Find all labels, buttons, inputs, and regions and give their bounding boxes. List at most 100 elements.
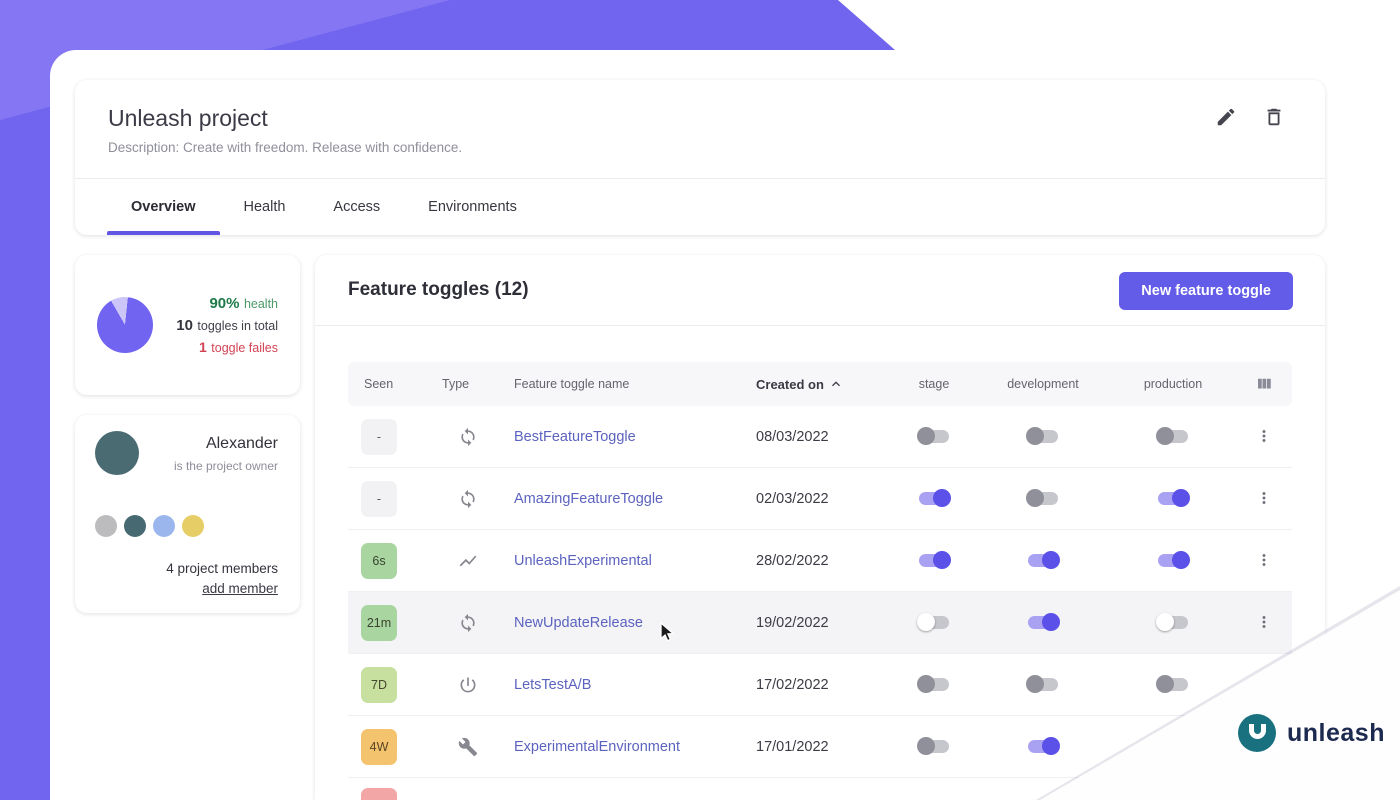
toggle-fails-value: 1 xyxy=(199,339,207,355)
operational-icon xyxy=(458,738,478,755)
seen-badge: - xyxy=(361,419,397,455)
development-toggle-switch[interactable] xyxy=(1028,616,1058,629)
seen-cell xyxy=(348,788,430,800)
trash-icon xyxy=(1263,115,1285,132)
production-toggle-switch[interactable] xyxy=(1158,430,1188,443)
unleash-app: Unleash project Description: Create with… xyxy=(0,0,1400,800)
stage-cell xyxy=(892,490,976,508)
toggle-type-cell xyxy=(430,613,506,633)
toggle-name-link[interactable]: NewUpdateRelease xyxy=(506,615,748,631)
feature-toggle-row[interactable]: 6s UnleashExperimental 28/02/2022 xyxy=(348,530,1292,592)
row-actions-cell xyxy=(1236,548,1292,574)
row-kebab-button[interactable] xyxy=(1252,610,1276,634)
new-feature-toggle-button[interactable]: New feature toggle xyxy=(1119,272,1293,310)
production-cell xyxy=(1110,552,1236,570)
owner-avatar xyxy=(95,431,139,475)
top-right-corner-cut xyxy=(838,0,1400,50)
development-toggle-switch[interactable] xyxy=(1028,740,1058,753)
columns-icon xyxy=(1255,375,1273,392)
toggle-created-date: 02/03/2022 xyxy=(748,491,892,507)
tab-overview[interactable]: Overview xyxy=(107,179,220,235)
column-header-production: production xyxy=(1110,377,1236,391)
feature-toggle-row[interactable]: 21m NewUpdateRelease 19/02/2022 xyxy=(348,592,1292,654)
health-line: 90% health xyxy=(176,293,278,315)
logo-u-glyph xyxy=(1249,724,1266,739)
toggle-name-link[interactable]: UnleashExperimental xyxy=(506,553,748,569)
column-header-created-on[interactable]: Created on xyxy=(748,376,892,392)
toggle-name-link[interactable]: BestFeatureToggle xyxy=(506,429,748,445)
development-toggle-switch[interactable] xyxy=(1028,678,1058,691)
release-icon xyxy=(458,614,478,631)
owner-name: Alexander xyxy=(206,435,278,453)
tab-environments[interactable]: Environments xyxy=(404,179,541,235)
production-toggle-switch[interactable] xyxy=(1158,492,1188,505)
column-header-development: development xyxy=(976,377,1110,391)
project-description: Description: Create with freedom. Releas… xyxy=(108,140,462,155)
toggle-name-link[interactable]: LetsTestA/B xyxy=(506,677,748,693)
table-header-row: Seen Type Feature toggle name Created on… xyxy=(348,362,1292,406)
member-avatar xyxy=(124,515,146,537)
development-toggle-switch[interactable] xyxy=(1028,492,1058,505)
unleash-logo-icon xyxy=(1238,714,1276,752)
health-stats: 90% health 10 toggles in total 1 toggle … xyxy=(176,293,278,359)
stage-toggle-switch[interactable] xyxy=(919,430,949,443)
production-toggle-switch[interactable] xyxy=(1158,554,1188,567)
feature-toggle-row[interactable]: 7D LetsTestA/B 17/02/2022 xyxy=(348,654,1292,716)
row-kebab-button[interactable] xyxy=(1252,424,1276,448)
column-settings-button[interactable] xyxy=(1236,375,1292,393)
development-cell xyxy=(976,428,1110,446)
seen-cell: 6s xyxy=(348,543,430,579)
development-cell xyxy=(976,676,1110,694)
edit-project-button[interactable] xyxy=(1215,106,1241,132)
toggle-name-link[interactable]: ExperimentalEnvironment xyxy=(506,739,748,755)
feature-toggle-row[interactable]: - AmazingFeatureToggle 02/03/2022 xyxy=(348,468,1292,530)
delete-project-button[interactable] xyxy=(1263,106,1289,132)
production-toggle-switch[interactable] xyxy=(1158,616,1188,629)
member-avatar xyxy=(95,515,117,537)
feature-toggles-title: Feature toggles (12) xyxy=(348,279,529,301)
seen-cell: 21m xyxy=(348,605,430,641)
kill-switch-icon xyxy=(458,676,478,693)
column-header-seen: Seen xyxy=(348,377,430,391)
stage-cell xyxy=(892,552,976,570)
row-kebab-button[interactable] xyxy=(1252,548,1276,572)
development-toggle-switch[interactable] xyxy=(1028,554,1058,567)
row-actions-cell xyxy=(1236,610,1292,636)
toggles-total-label: toggles in total xyxy=(197,319,278,333)
seen-cell: - xyxy=(348,481,430,517)
stage-cell xyxy=(892,738,976,756)
unleash-logo-text: unleash xyxy=(1287,719,1385,748)
member-avatar xyxy=(153,515,175,537)
stage-toggle-switch[interactable] xyxy=(919,492,949,505)
stage-cell xyxy=(892,614,976,632)
stage-cell xyxy=(892,676,976,694)
feature-toggle-row[interactable]: - BestFeatureToggle 08/03/2022 xyxy=(348,406,1292,468)
toggle-fails-line: 1 toggle failes xyxy=(176,337,278,359)
project-owner-card: Alexander is the project owner 4 project… xyxy=(75,415,300,613)
more-vert-icon xyxy=(1255,432,1273,449)
production-toggle-switch[interactable] xyxy=(1158,678,1188,691)
stage-toggle-switch[interactable] xyxy=(919,678,949,691)
add-member-link[interactable]: add member xyxy=(202,581,278,596)
project-header-card: Unleash project Description: Create with… xyxy=(75,80,1325,235)
member-avatar xyxy=(182,515,204,537)
production-cell xyxy=(1110,676,1236,694)
seen-cell: - xyxy=(348,419,430,455)
seen-badge: 7D xyxy=(361,667,397,703)
stage-toggle-switch[interactable] xyxy=(919,554,949,567)
row-kebab-button[interactable] xyxy=(1252,486,1276,510)
tab-access[interactable]: Access xyxy=(309,179,404,235)
stage-toggle-switch[interactable] xyxy=(919,740,949,753)
unleash-logo: unleash xyxy=(1238,714,1385,752)
seen-badge: - xyxy=(361,481,397,517)
health-percent: 90% xyxy=(209,295,239,312)
more-vert-icon xyxy=(1255,618,1273,635)
experiment-icon xyxy=(458,552,478,569)
development-toggle-switch[interactable] xyxy=(1028,430,1058,443)
toggle-type-cell xyxy=(430,737,506,757)
development-cell xyxy=(976,552,1110,570)
tab-health[interactable]: Health xyxy=(220,179,310,235)
project-tabs: Overview Health Access Environments xyxy=(107,179,541,235)
stage-toggle-switch[interactable] xyxy=(919,616,949,629)
toggle-name-link[interactable]: AmazingFeatureToggle xyxy=(506,491,748,507)
